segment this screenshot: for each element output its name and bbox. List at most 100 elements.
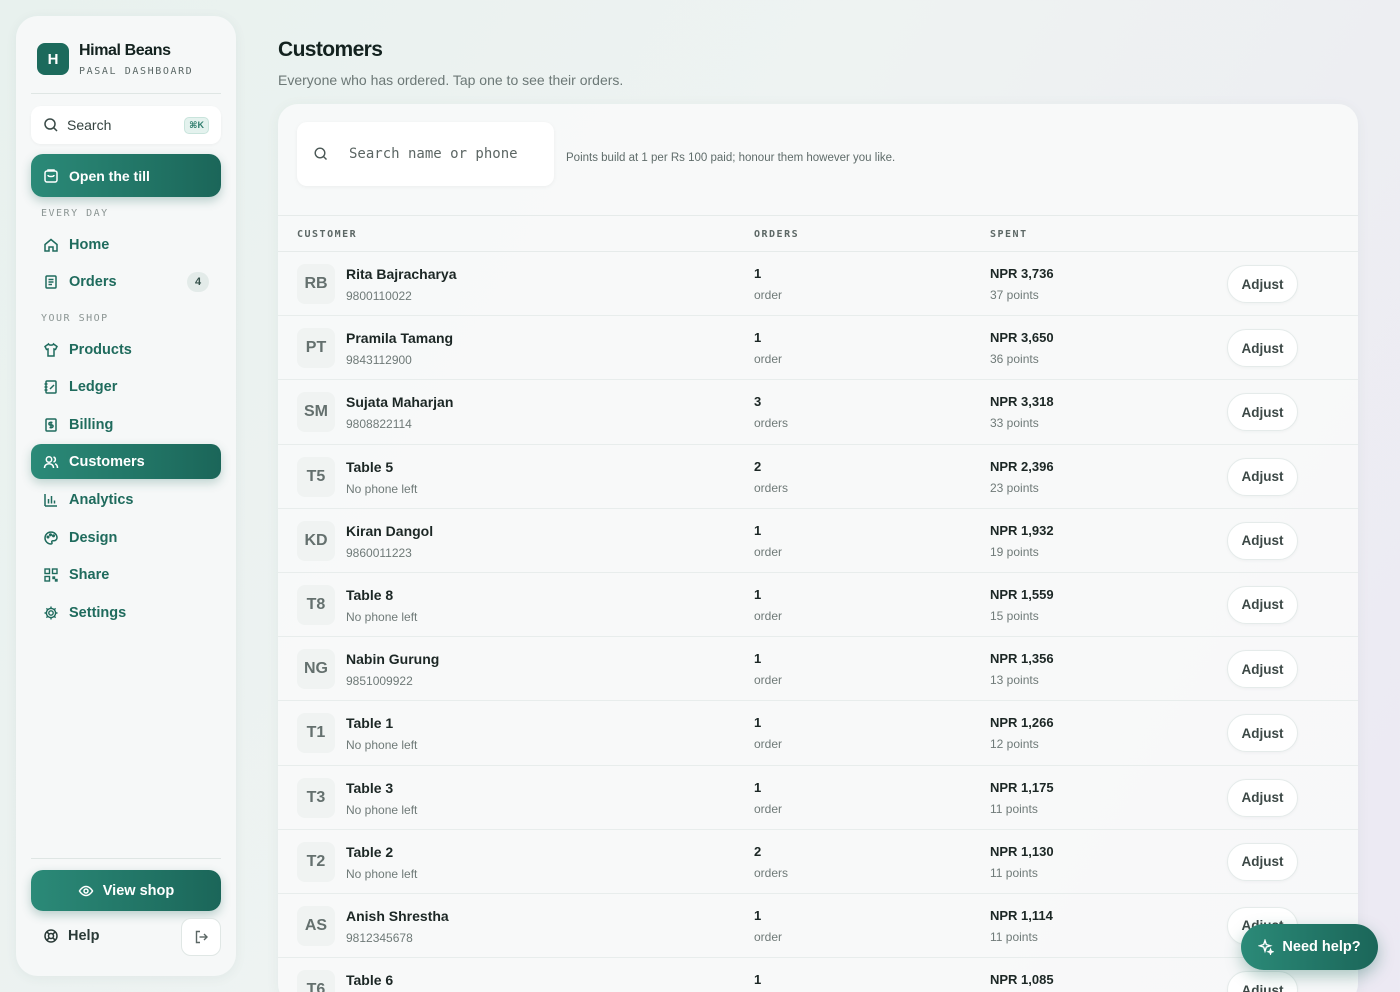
customer-avatar: T5 bbox=[297, 456, 335, 497]
help-link[interactable]: Help bbox=[31, 920, 111, 952]
loyalty-points: 13 points bbox=[990, 673, 1039, 688]
customer-name: Table 6 bbox=[346, 972, 394, 989]
adjust-button[interactable]: Adjust bbox=[1227, 842, 1298, 881]
customer-name: Rita Bajracharya bbox=[346, 266, 457, 282]
need-help-label: Need help? bbox=[1282, 939, 1361, 955]
customer-avatar: SM bbox=[297, 392, 335, 433]
view-shop-label: View shop bbox=[102, 882, 175, 899]
table-row[interactable]: T6 Table 6 1 NPR 1,085 Adjust bbox=[278, 958, 1358, 992]
sidebar-item-analytics[interactable]: Analytics bbox=[31, 482, 221, 517]
order-unit: orders bbox=[754, 416, 789, 431]
customer-phone: 9843112900 bbox=[346, 353, 412, 368]
customer-name: Sujata Maharjan bbox=[346, 394, 454, 411]
order-count: 1 bbox=[754, 330, 762, 346]
amount-spent: NPR 2,396 bbox=[990, 458, 1054, 474]
sidebar-search-label: Search bbox=[67, 117, 112, 133]
sidebar-item-ledger[interactable]: Ledger bbox=[31, 369, 221, 404]
table-row[interactable]: T8 Table 8 No phone left 1 order NPR 1,559 15 … bbox=[278, 573, 1358, 638]
table-row[interactable]: SM Sujata Maharjan 9808822114 3 orders NPR 3,… bbox=[278, 380, 1358, 445]
sidebar-item-products[interactable]: Products bbox=[31, 332, 221, 367]
customer-name: Anish Shrestha bbox=[346, 907, 449, 924]
brand[interactable]: H Himal Beans PASAL DASHBOARD bbox=[37, 42, 193, 77]
sidebar-item-orders[interactable]: Orders 4 bbox=[31, 264, 221, 299]
eye-icon bbox=[78, 885, 94, 896]
adjust-button[interactable]: Adjust bbox=[1227, 393, 1298, 432]
customer-avatar: T3 bbox=[297, 777, 335, 818]
loyalty-points: 23 points bbox=[990, 480, 1039, 495]
customer-name: Kiran Dangol bbox=[346, 522, 434, 539]
customer-phone: No phone left bbox=[346, 738, 418, 753]
adjust-button[interactable]: Adjust bbox=[1227, 457, 1298, 496]
adjust-button[interactable]: Adjust bbox=[1227, 778, 1298, 817]
customer-avatar: NG bbox=[297, 649, 335, 690]
customer-name: Table 1 bbox=[346, 715, 394, 732]
loyalty-points: 11 points bbox=[990, 929, 1038, 944]
table-row[interactable]: RB Rita Bajracharya 9800110022 1 order NPR 3,… bbox=[278, 252, 1358, 317]
customer-search-input[interactable] bbox=[349, 146, 538, 162]
customer-name: Pramila Tamang bbox=[346, 330, 454, 347]
sidebar-search[interactable]: Search ⌘K bbox=[31, 106, 221, 144]
adjust-button[interactable]: Adjust bbox=[1227, 971, 1298, 992]
loyalty-points: 36 points bbox=[990, 352, 1039, 367]
customer-avatar: T2 bbox=[297, 841, 335, 882]
order-count: 1 bbox=[754, 651, 762, 667]
table-row[interactable]: AS Anish Shrestha 9812345678 1 order NPR 1,11… bbox=[278, 894, 1358, 959]
brand-logo: H bbox=[37, 43, 69, 75]
order-unit: order bbox=[754, 673, 783, 688]
search-icon bbox=[314, 147, 327, 160]
loyalty-points: 37 points bbox=[990, 288, 1039, 302]
table-row[interactable]: NG Nabin Gurung 9851009922 1 order NPR 1,356 1… bbox=[278, 637, 1358, 702]
sidebar-item-home[interactable]: Home bbox=[31, 227, 221, 262]
order-unit: order bbox=[754, 352, 783, 367]
adjust-button[interactable]: Adjust bbox=[1227, 714, 1298, 753]
column-header-spent: SPENT bbox=[990, 229, 1028, 240]
customer-avatar: RB bbox=[297, 264, 335, 304]
receipt-icon bbox=[45, 274, 57, 289]
sidebar-item-design[interactable]: Design bbox=[31, 520, 221, 555]
open-till-button[interactable]: Open the till bbox=[31, 154, 221, 197]
need-help-button[interactable]: Need help? bbox=[1241, 924, 1378, 970]
register-icon bbox=[44, 168, 58, 183]
table-row[interactable]: T5 Table 5 No phone left 2 orders NPR 2,396 23… bbox=[278, 445, 1358, 509]
order-count: 2 bbox=[754, 843, 762, 859]
customer-search[interactable] bbox=[297, 122, 554, 186]
customer-name: Table 2 bbox=[346, 843, 394, 860]
section-label-your-shop: YOUR SHOP bbox=[41, 313, 109, 324]
users-icon bbox=[43, 455, 59, 468]
customer-phone: No phone left bbox=[346, 481, 418, 496]
logout-button[interactable] bbox=[181, 918, 221, 956]
table-row[interactable]: T1 Table 1 No phone left 1 order NPR 1,266 12 … bbox=[278, 701, 1358, 766]
notebook-icon bbox=[44, 379, 57, 394]
order-unit: orders bbox=[754, 480, 789, 495]
view-shop-button[interactable]: View shop bbox=[31, 870, 221, 911]
customer-avatar: T8 bbox=[297, 584, 335, 625]
adjust-button[interactable]: Adjust bbox=[1227, 650, 1298, 689]
loyalty-points: 33 points bbox=[990, 416, 1039, 431]
lifebuoy-icon bbox=[44, 929, 58, 943]
table-row[interactable]: T2 Table 2 No phone left 2 orders NPR 1,130 11… bbox=[278, 830, 1358, 894]
loyalty-points: 11 points bbox=[990, 865, 1038, 880]
loyalty-points: 15 points bbox=[990, 608, 1039, 623]
sidebar-item-billing[interactable]: Billing bbox=[31, 407, 221, 442]
table-row[interactable]: PT Pramila Tamang 9843112900 1 order NPR 3,65… bbox=[278, 316, 1358, 381]
amount-spent: NPR 1,266 bbox=[990, 715, 1054, 731]
customer-name: Table 8 bbox=[346, 586, 394, 603]
brand-subtitle: PASAL DASHBOARD bbox=[79, 66, 194, 77]
sidebar-item-settings[interactable]: Settings bbox=[31, 595, 221, 630]
table-row[interactable]: KD Kiran Dangol 9860011223 1 order NPR 1,932 1… bbox=[278, 509, 1358, 573]
brand-name: Himal Beans bbox=[79, 42, 171, 59]
customer-avatar: T6 bbox=[297, 970, 335, 992]
sidebar-item-share[interactable]: Share bbox=[31, 557, 221, 592]
sidebar-item-customers[interactable]: Customers bbox=[31, 444, 221, 479]
order-count: 2 bbox=[754, 458, 762, 474]
table-row[interactable]: T3 Table 3 No phone left 1 order NPR 1,175 11 … bbox=[278, 766, 1358, 830]
order-unit: order bbox=[754, 544, 783, 559]
customer-phone: No phone left bbox=[346, 866, 418, 881]
adjust-button[interactable]: Adjust bbox=[1227, 585, 1298, 624]
divider bbox=[31, 93, 221, 94]
logout-icon bbox=[195, 930, 208, 944]
adjust-button[interactable]: Adjust bbox=[1227, 329, 1298, 368]
sidebar-item-label: Orders bbox=[69, 273, 117, 290]
adjust-button[interactable]: Adjust bbox=[1227, 265, 1298, 303]
adjust-button[interactable]: Adjust bbox=[1227, 521, 1298, 560]
